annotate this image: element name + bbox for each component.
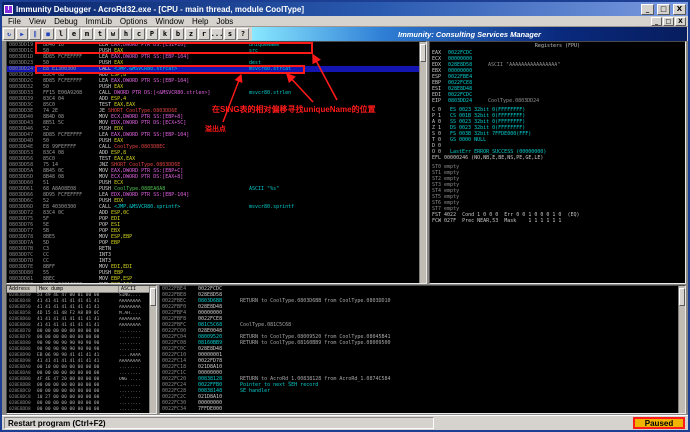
- registers-pane: Registers (FPU) EAX 0022FCDC ECX 00000000 ED…: [429, 41, 686, 284]
- status-bar: Restart program (Ctrl+F2) Paused: [2, 415, 688, 430]
- dump-hex: 00 00 00 00 00 00 00 00: [37, 407, 100, 412]
- disasm-address: 0803DD83: [7, 282, 43, 283]
- immunity-debugger-window: I Immunity Debugger - AcroRd32.exe - [CP…: [0, 0, 690, 432]
- dump-header-address: Address: [7, 286, 37, 292]
- toolbar-button-e[interactable]: e: [68, 28, 80, 40]
- toolbar-button-w[interactable]: w: [107, 28, 119, 40]
- operands: ESP,104: [111, 282, 132, 283]
- title-bar: I Immunity Debugger - AcroRd32.exe - [CP…: [2, 2, 688, 16]
- immunity-banner: Immunity: Consulting Services Manager: [252, 27, 687, 41]
- stack-pane: 0022FBE4 0022FCDC 0022FBE8 028E8D58 0022FBEC…: [159, 285, 686, 414]
- status-message: Restart program (Ctrl+F2): [4, 417, 434, 429]
- toolbar-button-z[interactable]: z: [185, 28, 197, 40]
- disasm-comment: [249, 282, 426, 283]
- cpu-window: 0803DD19 8D46 10 LEA EAX,DWORD PTR DS:[ESI…: [2, 41, 688, 415]
- menu-item-window[interactable]: Window: [151, 17, 187, 26]
- toolbar-icon-button-2[interactable]: ‖: [29, 28, 41, 40]
- menu-items: File View Debug ImmLib Options Window Help Jobs: [4, 17, 237, 26]
- child-minimize-button[interactable]: _: [651, 16, 662, 26]
- menu-bar: File View Debug ImmLib Options Window Help Jobs…: [2, 16, 688, 27]
- child-close-button[interactable]: X: [675, 16, 686, 26]
- toolbar-icon-button-1[interactable]: ▶: [16, 28, 28, 40]
- register-value: 0803DD24: [448, 98, 473, 104]
- disassembly-pane: 0803DD19 8D46 10 LEA EAX,DWORD PTR DS:[ESI…: [6, 41, 427, 284]
- dump-header-hex-dump: Hex dump: [37, 286, 119, 292]
- app-icon: I: [4, 4, 13, 14]
- close-button[interactable]: X: [673, 3, 686, 15]
- register-rows: EAX 0022FCDC ECX 00000000 EDX 028E8D58 ASCII "…: [430, 50, 685, 224]
- register-row[interactable]: EIP 0803DD24 CoolType.0803DD24: [430, 98, 685, 104]
- dump-scrollbar[interactable]: [149, 286, 156, 413]
- toolbar-button-x[interactable]: ?: [237, 28, 249, 40]
- dump-address: 028E8DD8: [9, 407, 31, 412]
- toolbar-button-xxx[interactable]: ...: [211, 28, 223, 40]
- window-title: Immunity Debugger - AcroRd32.exe - [CPU …: [16, 4, 305, 14]
- dump-column-headers: Address Hex dump ASCII: [7, 286, 156, 293]
- toolbar-button-c[interactable]: c: [133, 28, 145, 40]
- toolbar-icon-button-0[interactable]: ↻: [3, 28, 15, 40]
- toolbar-icon-group: ↻ ▶ ‖ ■: [3, 28, 54, 40]
- disassembly-rows: 0803DD19 8D46 10 LEA EAX,DWORD PTR DS:[ESI…: [7, 42, 426, 283]
- menu-item-options[interactable]: Options: [116, 17, 152, 26]
- toolbar-icon-button-3[interactable]: ■: [42, 28, 54, 40]
- toolbar-letter-group: l e m t w h c Pk b z r... s?: [55, 28, 249, 40]
- mnemonic: SUB: [99, 282, 111, 283]
- dump-rows: 028E8D40 53 49 4E 47 00 01 00 00 SING.... 0…: [7, 293, 156, 413]
- toolbar-button-b[interactable]: b: [172, 28, 184, 40]
- toolbar-button-h[interactable]: h: [120, 28, 132, 40]
- toolbar: ↻ ▶ ‖ ■ l e m t w h c Pk b z r... s? Immunity: Consult…: [2, 27, 688, 41]
- menu-item-debug[interactable]: Debug: [50, 17, 82, 26]
- menu-item-file[interactable]: File: [4, 17, 25, 26]
- stack-value: 7FFDE000: [198, 406, 223, 412]
- stack-comment: [240, 406, 685, 412]
- paused-indicator: Paused: [633, 417, 685, 429]
- toolbar-button-m[interactable]: m: [81, 28, 93, 40]
- maximize-button[interactable]: □: [657, 3, 670, 15]
- fcw-line: FCW 027F Prec NEAR,53 Mask 1 1 1 1 1 1: [432, 218, 562, 224]
- disasm-instruction: SUB ESP,104: [99, 282, 249, 283]
- register-extra: CoolType.0803DD24: [488, 98, 540, 104]
- menu-item-view[interactable]: View: [25, 17, 50, 26]
- toolbar-button-k[interactable]: k: [159, 28, 171, 40]
- toolbar-button-r[interactable]: r: [198, 28, 210, 40]
- stack-scrollbar[interactable]: [678, 286, 685, 413]
- stack-rows: 0022FBE4 0022FCDC 0022FBE8 028E8D58 0022FBEC…: [160, 286, 685, 412]
- register-name: EIP: [432, 98, 442, 104]
- minimize-button[interactable]: _: [641, 3, 654, 15]
- toolbar-button-t[interactable]: t: [94, 28, 106, 40]
- stack-address: 0022FC34: [162, 406, 187, 412]
- menu-item-immlib[interactable]: ImmLib: [82, 17, 116, 26]
- stack-row[interactable]: 0022FC34 7FFDE000: [160, 406, 685, 412]
- child-restore-button[interactable]: □: [663, 16, 674, 26]
- toolbar-button-P[interactable]: P: [146, 28, 158, 40]
- disasm-bytes: 81EC 04010000: [43, 282, 99, 283]
- registers-title: Registers (FPU): [534, 43, 581, 49]
- menu-item-jobs[interactable]: Jobs: [212, 17, 237, 26]
- toolbar-button-l[interactable]: l: [55, 28, 67, 40]
- toolbar-button-s[interactable]: s: [224, 28, 236, 40]
- disasm-row[interactable]: 0803DD8381EC 04010000SUB ESP,104: [7, 282, 426, 283]
- dump-row[interactable]: 028E8DD8 00 00 00 00 00 00 00 00........: [7, 407, 156, 413]
- disassembly-scrollbar[interactable]: [419, 42, 426, 283]
- memory-dump-pane: Address Hex dump ASCII 028E8D40 53 49 4E 47…: [6, 285, 157, 414]
- menu-item-help[interactable]: Help: [188, 17, 212, 26]
